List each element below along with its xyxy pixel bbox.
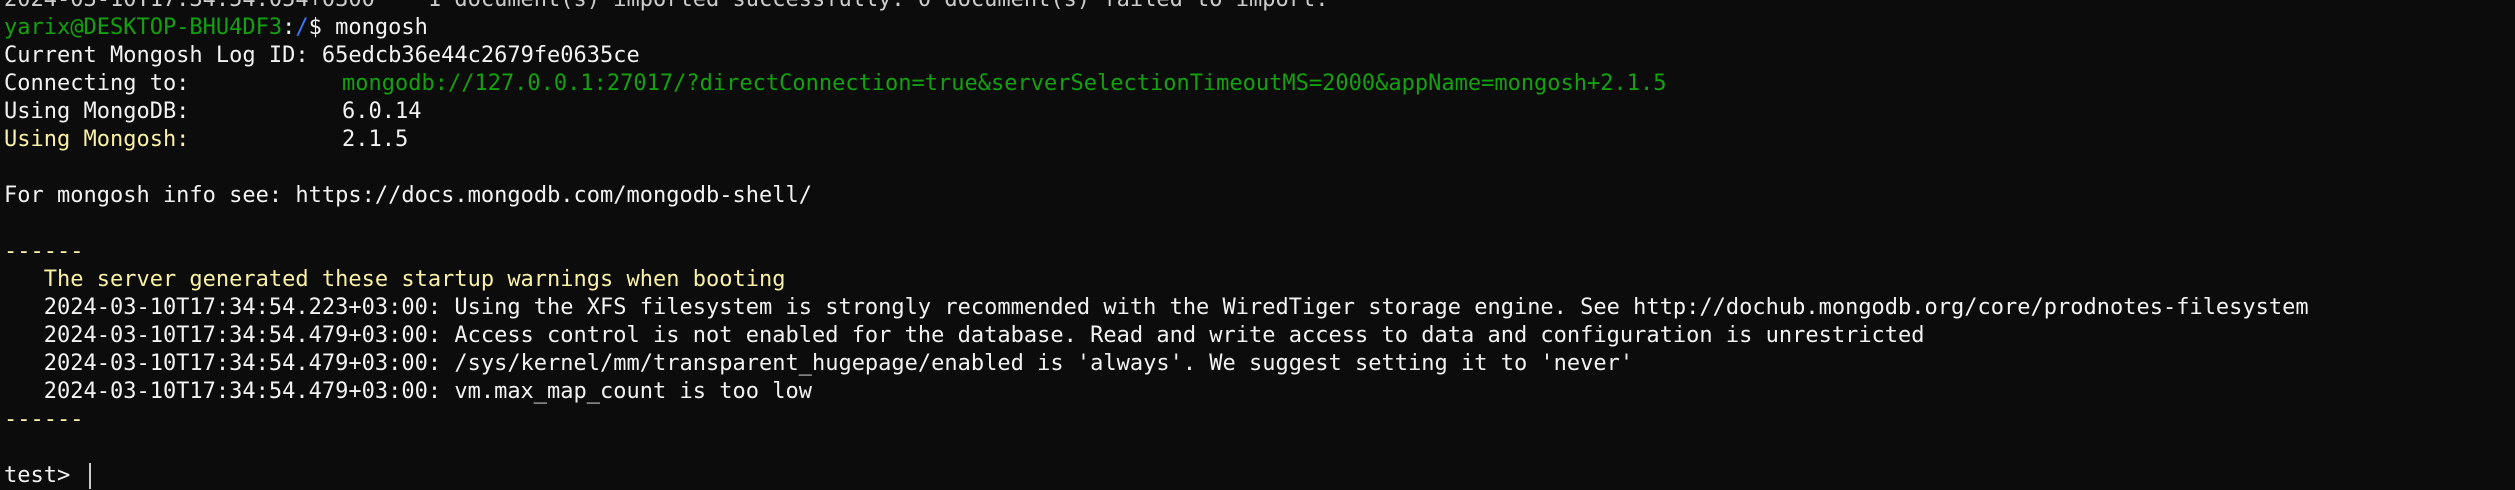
docs-line: For mongosh info see: https://docs.mongo… [4,182,2509,210]
mongosh-version: 2.1.5 [342,127,409,152]
warning-line: 2024-03-10T17:34:54.479+03:00: vm.max_ma… [4,379,812,404]
prompt-symbol: $ [308,15,336,40]
warnings-separator-bottom: ------ [4,407,84,432]
mongodb-label: Using MongoDB: [4,99,190,124]
previous-output-line: 2024-03-10T17:34:54.054+0300 1 document(… [4,0,2509,14]
warning-line: 2024-03-10T17:34:54.479+03:00: Access co… [4,323,1925,348]
text-cursor [89,463,92,489]
prompt-separator: : [282,15,296,40]
warnings-heading: The server generated these startup warni… [4,267,786,292]
connecting-line: Connecting to: mongodb://127.0.0.1:27017/… [4,70,2509,98]
mongosh-label: Using Mongosh: [4,127,190,152]
docs-label: For mongosh info see: [4,183,296,208]
shell-prompt: test> [4,463,84,488]
connecting-label: Connecting to: [4,71,190,96]
mongosh-version-line: Using Mongosh: 2.1.5 [4,126,2509,154]
warnings-separator-top: ------ [4,239,84,264]
command-line: yarix@DESKTOP-BHU4DF3:/$ mongosh [4,14,2509,42]
typed-command: mongosh [335,15,428,40]
terminal-output[interactable]: 2024-03-10T17:34:54.054+0300 1 document(… [4,0,2509,490]
mongodb-version-line: Using MongoDB: 6.0.14 [4,98,2509,126]
log-id-label: Current Mongosh Log ID: [4,43,309,68]
docs-link[interactable]: https://docs.mongodb.com/mongodb-shell/ [295,183,812,208]
prompt-user-host: yarix@DESKTOP-BHU4DF3 [4,15,283,40]
prompt-path: / [295,15,309,40]
mongodb-version: 6.0.14 [342,99,422,124]
connection-string: mongodb://127.0.0.1:27017/?directConnect… [342,71,1667,96]
log-id-line: Current Mongosh Log ID: 65edcb36e44c2679… [4,42,2509,70]
shell-prompt-line[interactable]: test> [4,462,2509,490]
log-id-value: 65edcb36e44c2679fe0635ce [321,43,640,68]
warning-line: 2024-03-10T17:34:54.223+03:00: Using the… [4,295,2309,320]
warning-line: 2024-03-10T17:34:54.479+03:00: /sys/kern… [4,351,1634,376]
